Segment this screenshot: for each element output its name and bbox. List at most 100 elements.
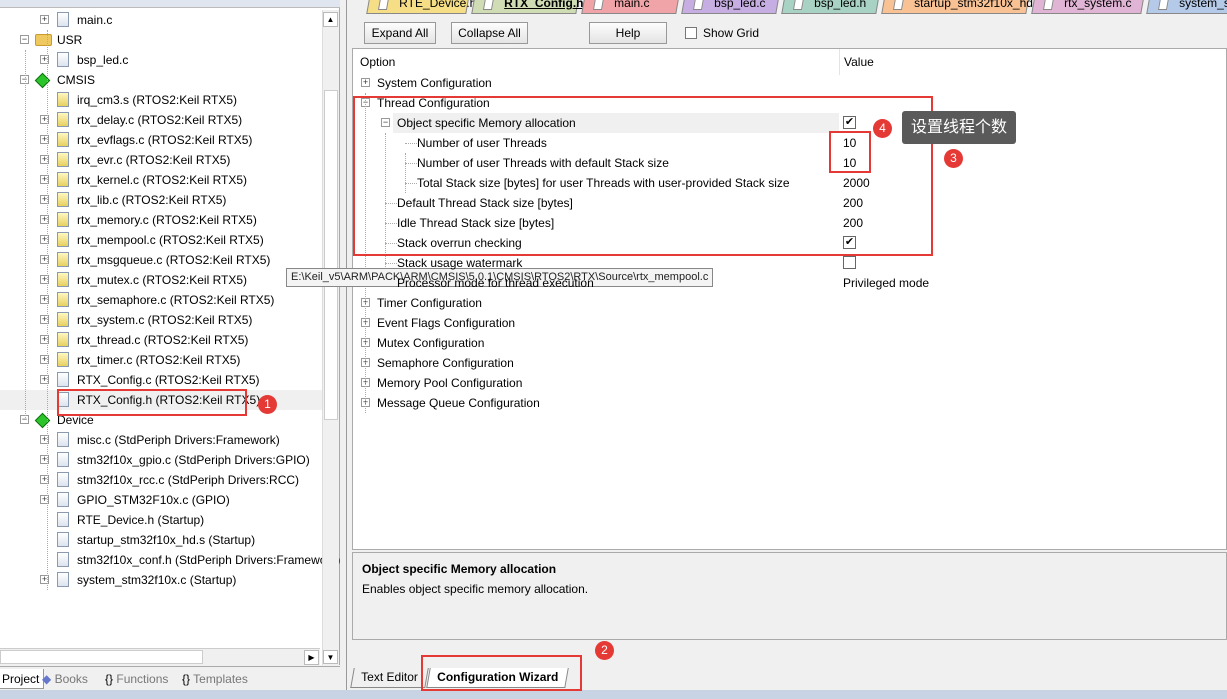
tab-templates-label: Templates	[193, 672, 248, 686]
tree-item[interactable]: + RTX_Config.c (RTOS2:Keil RTX5)	[0, 370, 322, 390]
hscroll-thumb[interactable]	[0, 650, 203, 664]
tree-item[interactable]: + rtx_evr.c (RTOS2:Keil RTX5)	[0, 150, 322, 170]
tree-item[interactable]: + rtx_system.c (RTOS2:Keil RTX5)	[0, 310, 322, 330]
tree-item-label: system_stm32f10x.c (Startup)	[77, 573, 237, 587]
tree-item[interactable]: + rtx_thread.c (RTOS2:Keil RTX5)	[0, 330, 322, 350]
tree-item[interactable]: + rtx_lib.c (RTOS2:Keil RTX5)	[0, 190, 322, 210]
config-option-label: Mutex Configuration	[377, 336, 485, 350]
key-file-icon	[57, 92, 69, 107]
tab-templates[interactable]: {} Templates	[182, 669, 248, 689]
config-row[interactable]: + Memory Pool Configuration	[353, 373, 1226, 393]
file-tab[interactable]: RTE_Device.h	[366, 0, 476, 14]
tree-item[interactable]: + rtx_kernel.c (RTOS2:Keil RTX5)	[0, 170, 322, 190]
config-option-label: Number of user Threads with default Stac…	[417, 156, 669, 170]
tree-item[interactable]: RTE_Device.h (Startup)	[0, 510, 322, 530]
config-option-label: Stack overrun checking	[397, 236, 522, 250]
config-row[interactable]: + Message Queue Configuration	[353, 393, 1226, 413]
file-tab[interactable]: RTX_Config.h	[471, 0, 584, 14]
tree-item[interactable]: + rtx_msgqueue.c (RTOS2:Keil RTX5)	[0, 250, 322, 270]
annotation-box-2	[421, 655, 582, 691]
config-row[interactable]: Stack usage watermark	[353, 253, 1226, 273]
annotation-badge-2: 2	[595, 641, 614, 660]
scroll-down-button[interactable]: ▼	[323, 650, 338, 664]
tree-item-label: rtx_mempool.c (RTOS2:Keil RTX5)	[77, 233, 264, 247]
annotation-badge-4: 4	[873, 119, 892, 138]
tab-functions[interactable]: {} Functions	[105, 669, 168, 689]
tree-item-label: misc.c (StdPeriph Drivers:Framework)	[77, 433, 280, 447]
tree-item[interactable]: + rtx_evflags.c (RTOS2:Keil RTX5)	[0, 130, 322, 150]
file-tab[interactable]: rtx_system.c	[1031, 0, 1145, 14]
tree-item-label: GPIO_STM32F10x.c (GPIO)	[77, 493, 230, 507]
option-checkbox[interactable]	[843, 256, 856, 269]
file-tab[interactable]: main.c	[581, 0, 680, 14]
tree-item[interactable]: + stm32f10x_rcc.c (StdPeriph Drivers:RCC)	[0, 470, 322, 490]
file-tab-label: RTE_Device.h	[399, 0, 477, 10]
tree-item-label: CMSIS	[57, 73, 96, 87]
tree-item[interactable]: + rtx_delay.c (RTOS2:Keil RTX5)	[0, 110, 322, 130]
tree-item[interactable]: + misc.c (StdPeriph Drivers:Framework)	[0, 430, 322, 450]
tree-item[interactable]: − USR	[0, 30, 322, 50]
project-panel-tabs: Project ◆ Books {} Functions {} Template…	[0, 666, 340, 690]
tree-item-label: rtx_kernel.c (RTOS2:Keil RTX5)	[77, 173, 248, 187]
templates-icon: {}	[182, 672, 191, 686]
tree-item[interactable]: startup_stm32f10x_hd.s (Startup)	[0, 530, 322, 550]
config-row[interactable]: Total Stack size [bytes] for user Thread…	[353, 173, 1226, 193]
tree-item[interactable]: irq_cm3.s (RTOS2:Keil RTX5)	[0, 90, 322, 110]
config-row[interactable]: + Semaphore Configuration	[353, 353, 1226, 373]
collapse-icon[interactable]: −	[20, 35, 29, 44]
file-tab[interactable]: system_stm32f1	[1146, 0, 1227, 14]
file-tab[interactable]: bsp_led.h	[781, 0, 880, 14]
file-tab[interactable]: bsp_led.c	[681, 0, 780, 14]
file-icon	[377, 0, 390, 10]
expand-icon[interactable]: +	[40, 15, 49, 24]
tree-item-label: rtx_mutex.c (RTOS2:Keil RTX5)	[77, 273, 248, 287]
tree-item-label: rtx_system.c (RTOS2:Keil RTX5)	[77, 313, 253, 327]
config-value[interactable]: Privileged mode	[843, 273, 929, 293]
tree-item-label: bsp_led.c	[77, 53, 129, 67]
help-button[interactable]: Help	[589, 22, 667, 44]
vertical-scrollbar[interactable]: ▲ ▼	[322, 10, 339, 665]
tab-text-editor[interactable]: Text Editor	[350, 668, 429, 688]
tree-item[interactable]: + stm32f10x_gpio.c (StdPeriph Drivers:GPI…	[0, 450, 322, 470]
scroll-right-button[interactable]: ▶	[304, 650, 319, 665]
tree-item[interactable]: + bsp_led.c	[0, 50, 322, 70]
expand-all-button[interactable]: Expand All	[364, 22, 436, 44]
tree-item[interactable]: + rtx_semaphore.c (RTOS2:Keil RTX5)	[0, 290, 322, 310]
file-icon	[892, 0, 905, 10]
tree-item[interactable]: + system_stm32f10x.c (Startup)	[0, 570, 322, 590]
tree-item[interactable]: + main.c	[0, 10, 322, 30]
file-tab[interactable]: startup_stm32f10x_hd.s	[881, 0, 1042, 14]
show-grid-checkbox[interactable]	[685, 27, 697, 39]
folder-icon	[35, 34, 52, 46]
tree-item[interactable]: + rtx_mempool.c (RTOS2:Keil RTX5)	[0, 230, 322, 250]
tree-item[interactable]: + rtx_mutex.c (RTOS2:Keil RTX5)	[0, 270, 322, 290]
file-tab-label: system_stm32f1	[1179, 0, 1227, 10]
key-file-icon	[57, 152, 69, 167]
scroll-thumb[interactable]	[324, 90, 338, 420]
scroll-up-button[interactable]: ▲	[323, 12, 338, 27]
key-file-icon	[57, 172, 69, 187]
column-header-value: Value	[844, 55, 874, 69]
config-row[interactable]: + Timer Configuration	[353, 293, 1226, 313]
tree-item[interactable]: − CMSIS	[0, 70, 322, 90]
tab-books[interactable]: ◆ Books	[42, 669, 88, 689]
tree-item-label: irq_cm3.s (RTOS2:Keil RTX5)	[77, 93, 238, 107]
annotation-badge-1: 1	[258, 395, 277, 414]
tab-functions-label: Functions	[116, 672, 169, 686]
tab-project[interactable]: Project	[0, 669, 45, 689]
description-panel: Object specific Memory allocation Enable…	[352, 552, 1227, 640]
tree-item[interactable]: + rtx_timer.c (RTOS2:Keil RTX5)	[0, 350, 322, 370]
collapse-all-button[interactable]: Collapse All	[451, 22, 528, 44]
config-row[interactable]: + Event Flags Configuration	[353, 313, 1226, 333]
config-row[interactable]: + Mutex Configuration	[353, 333, 1226, 353]
tree-item[interactable]: stm32f10x_conf.h (StdPeriph Drivers:Fram…	[0, 550, 340, 570]
horizontal-scrollbar[interactable]: ▶	[0, 648, 320, 665]
expand-icon[interactable]: +	[361, 78, 370, 87]
config-row[interactable]: Processor mode for thread execution Privi…	[353, 273, 1226, 293]
key-file-icon	[57, 272, 69, 287]
tree-item[interactable]: + rtx_memory.c (RTOS2:Keil RTX5)	[0, 210, 322, 230]
file-icon	[592, 0, 605, 10]
tab-text-editor-label: Text Editor	[361, 670, 418, 684]
config-row[interactable]: + System Configuration	[353, 73, 1226, 93]
tree-item[interactable]: + GPIO_STM32F10x.c (GPIO)	[0, 490, 322, 510]
